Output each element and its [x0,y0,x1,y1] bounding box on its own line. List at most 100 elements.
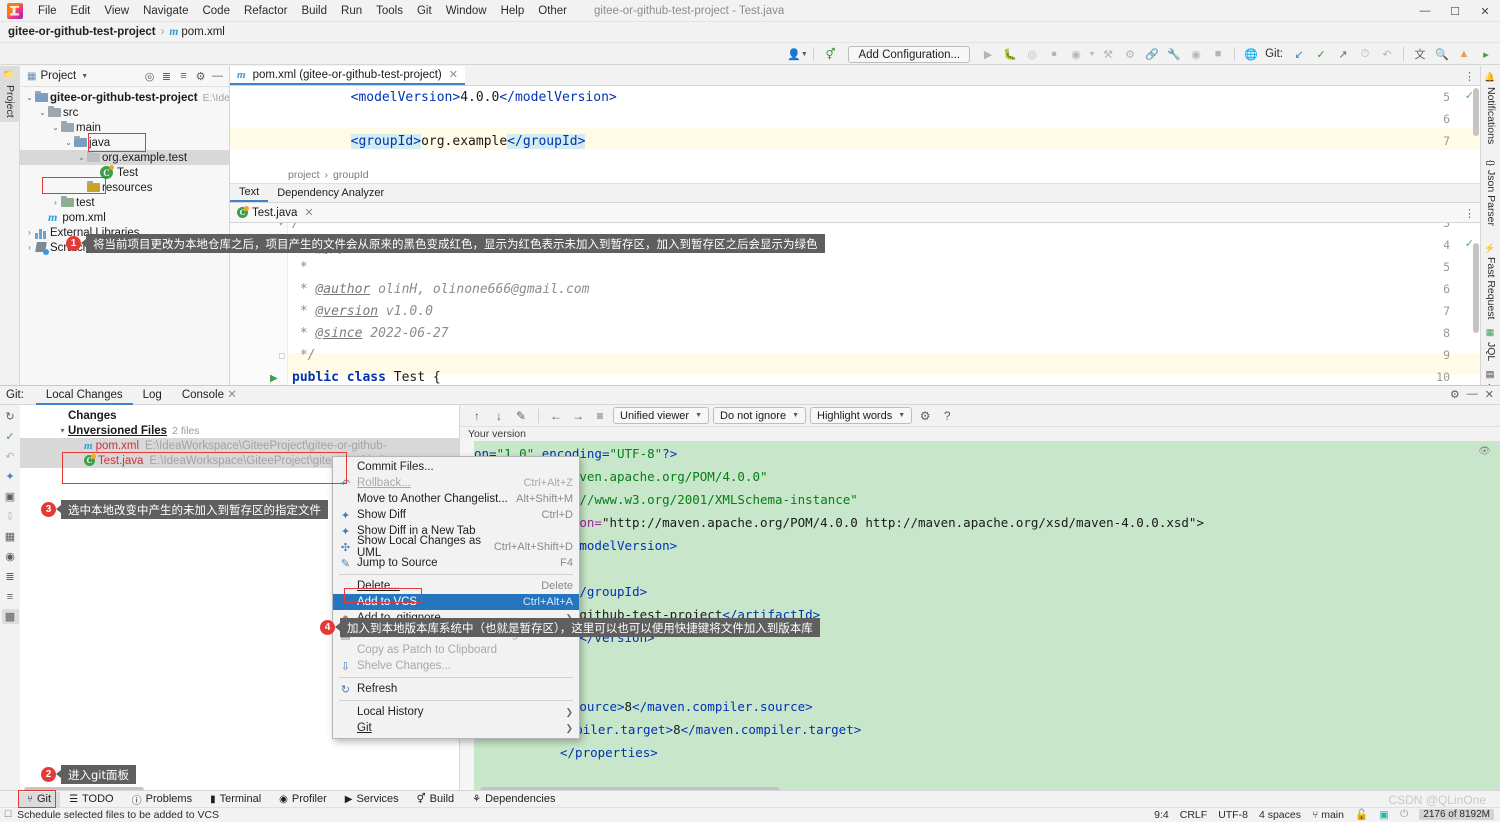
editor-options-icon[interactable]: ⋮ [1464,70,1475,83]
menu-item-git[interactable]: Git ❯ [333,720,579,736]
fold-icon[interactable]: ▾ [279,223,283,228]
menu-file[interactable]: File [31,2,64,20]
hide-icon[interactable]: — [209,68,226,85]
menu-item-delete[interactable]: Delete... Delete [333,578,579,594]
settings-gear-icon[interactable]: ⚙ [1450,388,1460,401]
rail-item-notifications[interactable]: 🔔 Notifications [1481,68,1500,148]
build-icon[interactable]: ⚒ [1098,45,1118,63]
profile-icon[interactable]: ● [1044,45,1064,63]
git-branch-widget[interactable]: ⑂ main [1312,809,1344,821]
memory-indicator[interactable]: 2176 of 8192M [1419,809,1494,820]
caret-position[interactable]: 9:4 [1154,809,1169,821]
menu-item-copy-as-patch[interactable]: Copy as Patch to Clipboard [333,642,579,658]
run-coverage-icon[interactable]: ◎ [1022,45,1042,63]
show-diff-icon[interactable]: ✦ [2,469,19,484]
gear-icon[interactable]: ⚙ [916,407,934,424]
menu-tools[interactable]: Tools [369,2,410,20]
breadcrumb-groupid-node[interactable]: groupId [333,169,369,181]
menu-item-jump-to-source[interactable]: ✎ Jump to Source F4 [333,555,579,571]
menu-item-show-local-changes-uml[interactable]: ✣ Show Local Changes as UML Ctrl+Alt+Shift… [333,535,579,559]
chevron-down-icon[interactable]: ⌄ [63,138,74,147]
file-encoding[interactable]: UTF-8 [1218,809,1248,821]
push-icon[interactable]: ↗ [1333,45,1353,63]
preview-pane-icon[interactable]: ▩ [1,609,19,624]
collapse-unchanged-icon[interactable]: ≡ [591,407,609,424]
tab-log[interactable]: Log [133,386,172,405]
editor-vertical-scrollbar[interactable] [1473,243,1479,333]
shelve-icon[interactable]: ⇩ [2,509,19,524]
chevron-down-icon[interactable]: ⌄ [76,153,87,162]
tool-window-button-build[interactable]: ⚥ Build [408,792,464,807]
menu-build[interactable]: Build [294,2,334,20]
editor-vertical-scrollbar[interactable] [1473,88,1479,136]
update-project-icon[interactable]: ↙ [1289,45,1309,63]
rollback-icon[interactable]: ↶ [1377,45,1397,63]
tab-test-java[interactable]: C Test.java ✕ [230,203,321,222]
tab-pom-xml[interactable]: m pom.xml (gitee-or-github-test-project)… [230,66,465,85]
expand-all-icon[interactable]: ≣ [158,68,175,85]
editor-options-icon[interactable]: ⋮ [1464,207,1475,220]
menu-run[interactable]: Run [334,2,369,20]
tool-window-button-dependencies[interactable]: ⚘ Dependencies [463,792,564,807]
commit-icon[interactable]: ✓ [1311,45,1331,63]
menu-navigate[interactable]: Navigate [136,2,195,20]
close-icon[interactable]: ✕ [227,389,237,401]
translation-plugin-icon[interactable]: 文 [1410,45,1430,63]
menu-item-add-to-vcs[interactable]: Add to VCS Ctrl+Alt+A [333,594,579,610]
rail-item-jql[interactable]: ▦ JQL [1481,324,1500,365]
tool-window-button-git[interactable]: ⑂ Git [18,791,61,807]
menu-window[interactable]: Window [439,2,494,20]
menu-view[interactable]: View [97,2,136,20]
group-by-icon[interactable]: ▦ [2,529,19,544]
rollback-icon[interactable]: ↶ [2,449,19,464]
minimize-button[interactable]: — [1410,0,1440,22]
chevron-down-icon[interactable]: ⌄ [24,93,35,102]
refresh-icon[interactable]: ↻ [2,409,19,424]
viewer-mode-select[interactable]: Unified viewer ▼ [613,407,710,424]
prev-difference-icon[interactable]: ↑ [468,407,486,424]
rebuild-icon[interactable]: ⚙ [1120,45,1140,63]
maximize-button[interactable]: ☐ [1440,0,1470,22]
menu-item-refresh[interactable]: ↻ Refresh [333,681,579,697]
run-with-icon[interactable]: ◉ [1066,45,1086,63]
expand-all-icon[interactable]: ≣ [2,569,19,584]
hammer-icon[interactable]: ⚥ [820,45,840,63]
attach-process-icon[interactable]: 🔧 [1164,45,1184,63]
chevron-down-icon[interactable]: ▼ [1088,45,1096,63]
collapse-all-icon[interactable]: ≡ [175,68,192,85]
tree-row-test-class[interactable]: C Test [20,165,229,180]
search-icon[interactable]: 🔍 [1432,45,1452,63]
tab-local-changes[interactable]: Local Changes [35,386,133,405]
pom-editor-pane[interactable]: 5 6 7 <modelVersion>4.0.0</modelVersion>… [230,86,1480,166]
tool-window-button-profiler[interactable]: ◉ Profiler [270,792,336,807]
rail-item-fast-request[interactable]: ⚡ Fast Request [1481,238,1500,323]
line-separator[interactable]: CRLF [1180,809,1207,821]
eye-icon[interactable]: 👁 [1478,446,1491,457]
menu-other[interactable]: Other [531,2,574,20]
tree-row-pom[interactable]: m pom.xml [20,210,229,225]
breadcrumb-file[interactable]: pom.xml [181,26,224,38]
commit-check-icon[interactable]: ✓ [2,429,19,444]
menu-edit[interactable]: Edit [64,2,98,20]
tab-text[interactable]: Text [230,184,269,202]
chevron-down-icon[interactable]: ▼ [81,73,88,80]
menu-refactor[interactable]: Refactor [237,2,294,20]
translate-icon[interactable]: 🌐 [1241,45,1261,63]
next-icon[interactable]: → [569,407,587,424]
unversioned-files-row[interactable]: ▾ Unversioned Files 2 files [20,423,459,438]
tree-row-java[interactable]: ⌄ java [20,135,229,150]
chevron-right-icon[interactable]: › [24,243,35,252]
breadcrumb-project-node[interactable]: project [288,169,320,181]
lock-icon[interactable]: 🔓 [1355,808,1368,821]
fold-end-icon[interactable]: □ [279,351,284,361]
tree-row-main[interactable]: ⌄ main [20,120,229,135]
indent-setting[interactable]: 4 spaces [1259,809,1301,821]
menu-item-show-diff[interactable]: ✦ Show Diff Ctrl+D [333,507,579,523]
rail-item-project[interactable]: 📁 Project [0,66,20,122]
next-difference-icon[interactable]: ↓ [490,407,508,424]
change-file-row[interactable]: m pom.xml E:\IdeaWorkspace\GiteeProject\… [20,438,459,453]
hide-icon[interactable]: — [1467,388,1478,401]
previous-icon[interactable]: ← [547,407,565,424]
ignore-mode-select[interactable]: Do not ignore ▼ [713,407,807,424]
mute-breakpoints-icon[interactable]: ◉ [1186,45,1206,63]
